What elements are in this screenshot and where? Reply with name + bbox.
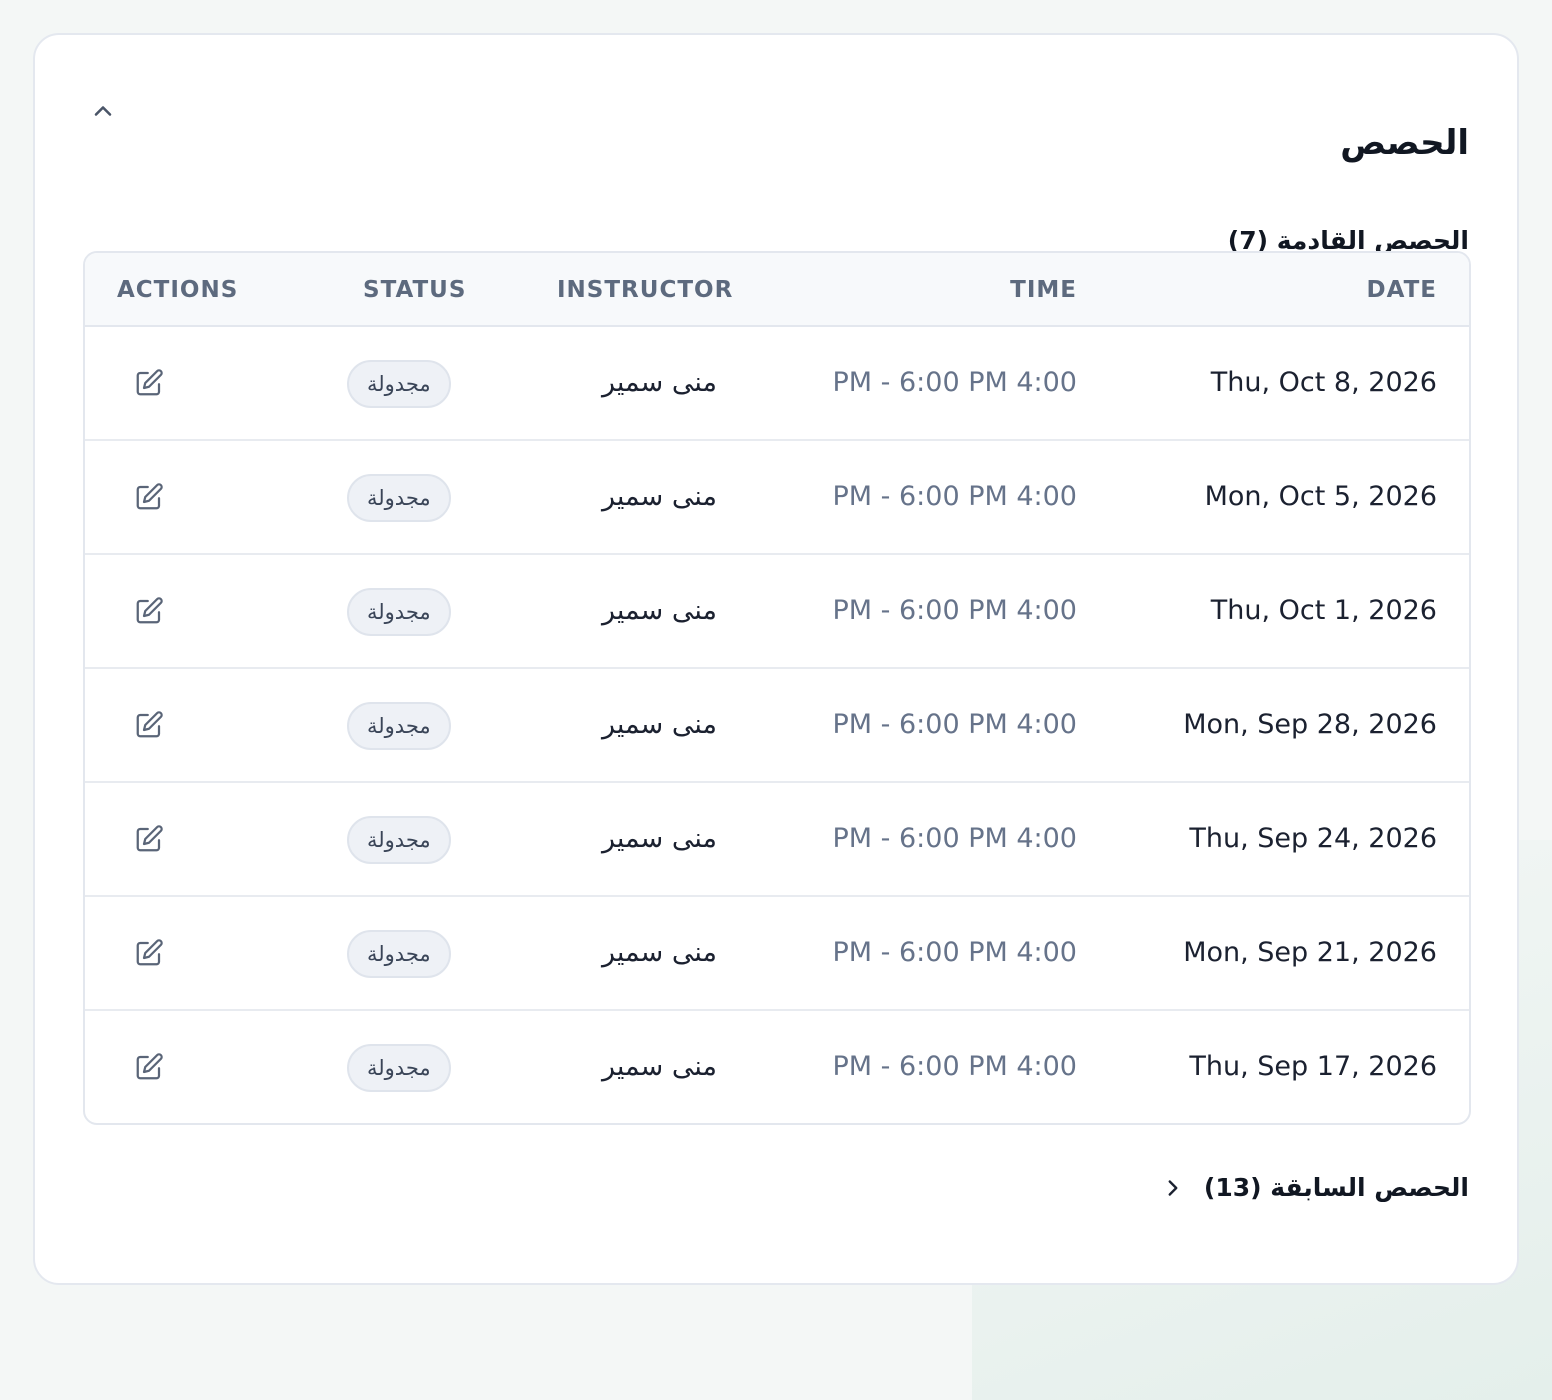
date-cell: Thu, Oct 8, 2026 [1211, 365, 1437, 401]
chevron-up-icon [89, 97, 117, 125]
table-row: مجدولة منى سمير PM - 6:00 PM 4:00 Thu, S… [85, 1011, 1469, 1125]
collapse-button[interactable] [83, 91, 123, 131]
edit-icon [134, 710, 164, 740]
time-cell: PM - 6:00 PM 4:00 [833, 365, 1078, 401]
chevron-right-icon [1160, 1175, 1186, 1201]
edit-icon [134, 368, 164, 398]
time-cell: PM - 6:00 PM 4:00 [833, 935, 1078, 971]
card-title: الحصص [1340, 123, 1469, 163]
time-cell: PM - 6:00 PM 4:00 [833, 707, 1078, 743]
time-cell: PM - 6:00 PM 4:00 [833, 479, 1078, 515]
edit-button[interactable] [133, 823, 165, 855]
instructor-cell: منى سمير [557, 821, 717, 857]
date-cell: Mon, Oct 5, 2026 [1205, 479, 1437, 515]
edit-button[interactable] [133, 1051, 165, 1083]
table-row: مجدولة منى سمير PM - 6:00 PM 4:00 Mon, S… [85, 897, 1469, 1011]
table-row: مجدولة منى سمير PM - 6:00 PM 4:00 Mon, O… [85, 441, 1469, 555]
date-cell: Thu, Sep 24, 2026 [1189, 821, 1437, 857]
time-cell: PM - 6:00 PM 4:00 [833, 1049, 1078, 1085]
time-cell: PM - 6:00 PM 4:00 [833, 821, 1078, 857]
instructor-cell: منى سمير [557, 935, 717, 971]
instructor-cell: منى سمير [557, 707, 717, 743]
table-row: مجدولة منى سمير PM - 6:00 PM 4:00 Thu, O… [85, 327, 1469, 441]
past-sessions-toggle[interactable]: الحصص السابقة (13) [1160, 1173, 1469, 1202]
edit-button[interactable] [133, 937, 165, 969]
column-header-time: TIME [1010, 275, 1077, 305]
date-cell: Thu, Oct 1, 2026 [1211, 593, 1437, 629]
status-badge: مجدولة [347, 702, 451, 750]
date-cell: Mon, Sep 21, 2026 [1183, 935, 1437, 971]
column-header-actions: ACTIONS [117, 275, 238, 305]
instructor-cell: منى سمير [557, 1049, 717, 1085]
table-row: مجدولة منى سمير PM - 6:00 PM 4:00 Thu, S… [85, 783, 1469, 897]
status-badge: مجدولة [347, 1044, 451, 1092]
date-cell: Thu, Sep 17, 2026 [1189, 1049, 1437, 1085]
instructor-cell: منى سمير [557, 479, 717, 515]
sessions-table: ACTIONS STATUS INSTRUCTOR TIME DATE مجدو… [83, 251, 1471, 1125]
status-badge: مجدولة [347, 588, 451, 636]
edit-icon [134, 596, 164, 626]
edit-icon [134, 482, 164, 512]
past-sessions-label: الحصص السابقة (13) [1204, 1173, 1469, 1202]
table-row: مجدولة منى سمير PM - 6:00 PM 4:00 Thu, O… [85, 555, 1469, 669]
status-badge: مجدولة [347, 474, 451, 522]
date-cell: Mon, Sep 28, 2026 [1183, 707, 1437, 743]
edit-button[interactable] [133, 595, 165, 627]
time-cell: PM - 6:00 PM 4:00 [833, 593, 1078, 629]
instructor-cell: منى سمير [557, 365, 717, 401]
table-body: مجدولة منى سمير PM - 6:00 PM 4:00 Thu, O… [85, 327, 1469, 1125]
column-header-date: DATE [1366, 275, 1437, 305]
edit-icon [134, 1052, 164, 1082]
edit-button[interactable] [133, 709, 165, 741]
edit-button[interactable] [133, 481, 165, 513]
status-badge: مجدولة [347, 360, 451, 408]
column-header-status: STATUS [363, 275, 466, 305]
table-header: ACTIONS STATUS INSTRUCTOR TIME DATE [85, 253, 1469, 327]
table-row: مجدولة منى سمير PM - 6:00 PM 4:00 Mon, S… [85, 669, 1469, 783]
column-header-instructor: INSTRUCTOR [557, 275, 733, 305]
card-header: الحصص [35, 35, 1517, 185]
status-badge: مجدولة [347, 930, 451, 978]
sessions-card: الحصص الحصص القادمة (7) ACTIONS STATUS I… [33, 33, 1519, 1285]
status-badge: مجدولة [347, 816, 451, 864]
edit-button[interactable] [133, 367, 165, 399]
instructor-cell: منى سمير [557, 593, 717, 629]
edit-icon [134, 824, 164, 854]
edit-icon [134, 938, 164, 968]
